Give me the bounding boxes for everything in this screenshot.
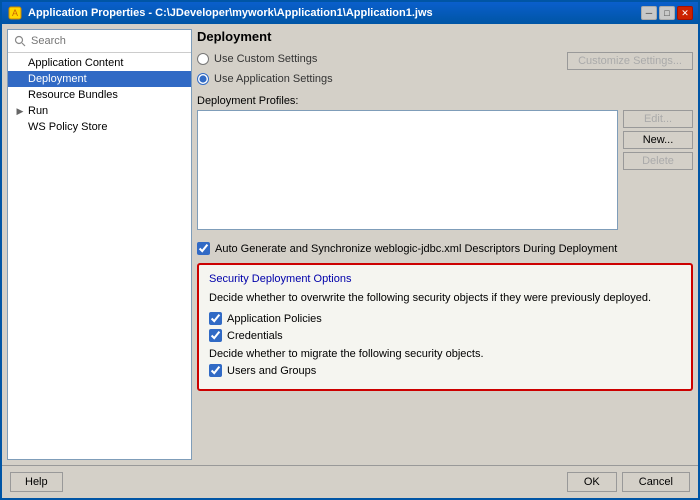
sidebar-item-resource-bundles[interactable]: Resource Bundles	[8, 87, 191, 103]
security-desc-migrate: Decide whether to migrate the following …	[209, 348, 681, 360]
sidebar-item-application-content[interactable]: Application Content	[8, 55, 191, 71]
users-groups-row: Users and Groups	[209, 364, 681, 377]
profiles-area: Edit... New... Delete	[197, 110, 693, 230]
users-groups-checkbox[interactable]	[209, 364, 222, 377]
sidebar-item-deployment[interactable]: Deployment	[8, 71, 191, 87]
app-policies-row: Application Policies	[209, 312, 681, 325]
app-policies-checkbox[interactable]	[209, 312, 222, 325]
profiles-label: Deployment Profiles:	[197, 95, 693, 107]
security-desc-overwrite: Decide whether to overwrite the followin…	[209, 291, 681, 306]
profiles-section: Deployment Profiles: Edit... New... Dele…	[197, 95, 693, 230]
users-groups-label: Users and Groups	[227, 365, 316, 377]
panel-title: Deployment	[197, 29, 693, 44]
search-icon	[12, 33, 28, 49]
delete-button[interactable]: Delete	[623, 152, 693, 170]
search-input[interactable]	[31, 35, 187, 47]
bottom-right-buttons: OK Cancel	[567, 472, 690, 492]
cancel-button[interactable]: Cancel	[622, 472, 690, 492]
radio-application-row: Use Application Settings	[197, 73, 693, 85]
credentials-checkbox[interactable]	[209, 329, 222, 342]
window-title: Application Properties - C:\JDeveloper\m…	[28, 7, 641, 19]
security-section: Security Deployment Options Decide wheth…	[197, 263, 693, 391]
radio-custom-settings[interactable]	[197, 53, 209, 65]
radio-custom-row: Use Custom Settings	[197, 53, 317, 65]
edit-button[interactable]: Edit...	[623, 110, 693, 128]
sidebar-item-run[interactable]: ▶ Run	[8, 103, 191, 119]
close-button[interactable]: ✕	[677, 6, 693, 20]
profiles-buttons: Edit... New... Delete	[623, 110, 693, 230]
window-icon: A	[7, 5, 23, 21]
radio-application-label: Use Application Settings	[214, 73, 333, 85]
tree-area: Application Content Deployment Resource …	[8, 53, 191, 459]
content-area: Application Content Deployment Resource …	[2, 24, 698, 465]
app-policies-label: Application Policies	[227, 313, 322, 325]
security-title: Security Deployment Options	[209, 273, 681, 285]
window-controls: ─ □ ✕	[641, 6, 693, 20]
new-button[interactable]: New...	[623, 131, 693, 149]
maximize-button[interactable]: □	[659, 6, 675, 20]
radio-custom-label: Use Custom Settings	[214, 53, 317, 65]
ok-button[interactable]: OK	[567, 472, 617, 492]
title-bar: A Application Properties - C:\JDeveloper…	[2, 2, 698, 24]
sidebar: Application Content Deployment Resource …	[7, 29, 192, 460]
radio-application-settings[interactable]	[197, 73, 209, 85]
search-box	[8, 30, 191, 53]
expand-icon[interactable]: ▶	[14, 105, 26, 117]
profiles-list	[197, 110, 618, 230]
help-button[interactable]: Help	[10, 472, 63, 492]
customize-settings-button[interactable]: Customize Settings...	[567, 52, 693, 70]
credentials-row: Credentials	[209, 329, 681, 342]
auto-generate-row: Auto Generate and Synchronize weblogic-j…	[197, 242, 693, 255]
main-panel: Deployment Use Custom Settings Customize…	[197, 29, 693, 460]
svg-text:A: A	[12, 8, 18, 18]
sidebar-item-run-label: Run	[28, 105, 48, 117]
minimize-button[interactable]: ─	[641, 6, 657, 20]
auto-generate-checkbox[interactable]	[197, 242, 210, 255]
credentials-label: Credentials	[227, 330, 283, 342]
bottom-bar: Help OK Cancel	[2, 465, 698, 498]
application-properties-window: A Application Properties - C:\JDeveloper…	[0, 0, 700, 500]
sidebar-item-ws-policy-store[interactable]: WS Policy Store	[8, 119, 191, 135]
auto-generate-label: Auto Generate and Synchronize weblogic-j…	[215, 243, 617, 255]
